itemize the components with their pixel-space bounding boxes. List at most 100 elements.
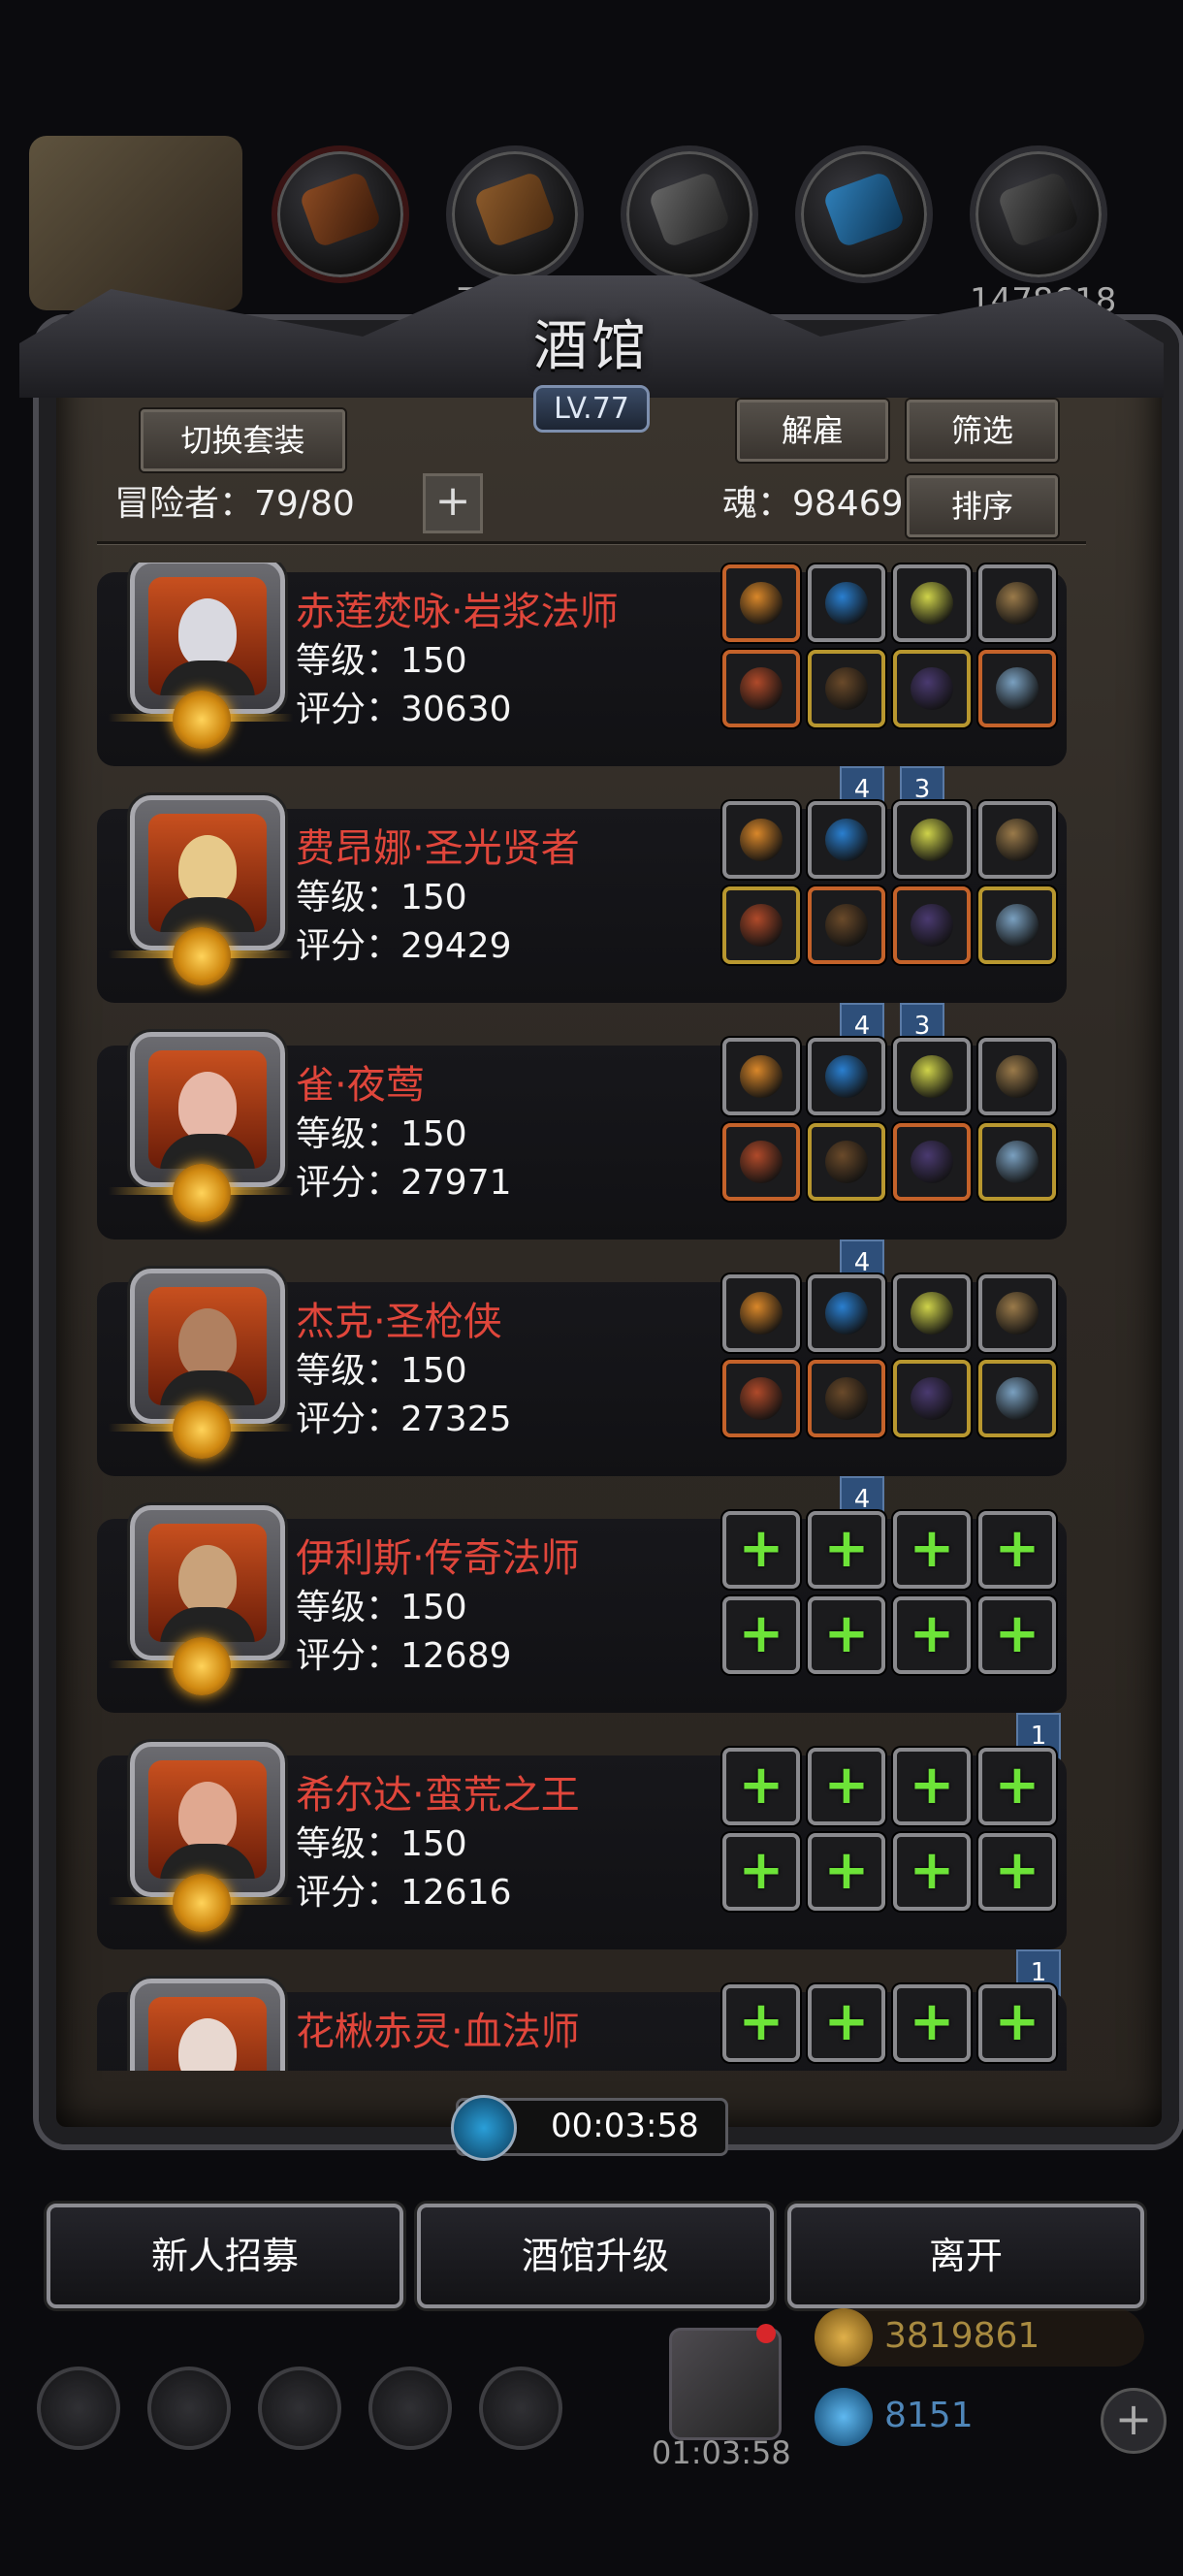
equipment-slot[interactable] [808, 801, 885, 879]
achievement-icon[interactable] [147, 2367, 231, 2450]
equipment-slot[interactable] [893, 801, 971, 879]
equipment-slot[interactable] [808, 1360, 885, 1437]
equipment-slot[interactable] [808, 1038, 885, 1115]
equipment-item-icon [825, 904, 868, 947]
equipment-slot[interactable]: + [808, 1748, 885, 1825]
equipment-slot[interactable] [978, 564, 1056, 642]
sort-button[interactable]: 排序 [907, 475, 1058, 537]
equipment-item-icon [740, 904, 783, 947]
equipment-slot[interactable] [808, 564, 885, 642]
equipment-slot[interactable] [808, 1274, 885, 1352]
equipment-slot[interactable] [893, 1038, 971, 1115]
settings-gear-icon[interactable] [37, 2367, 120, 2450]
equipment-slot[interactable] [893, 650, 971, 727]
equipment-slot[interactable] [808, 650, 885, 727]
equipment-slot[interactable] [978, 1274, 1056, 1352]
hero-card[interactable]: 希尔达·蛮荒之王 等级：150 评分：12616 + + + + + + + +1 [97, 1742, 1067, 2008]
hero-score: 评分：12689 [296, 1636, 512, 1676]
equipment-slot[interactable] [722, 650, 800, 727]
level-badge: LV.77 [533, 385, 650, 433]
guild-icon[interactable] [479, 2367, 562, 2450]
add-equipment-icon: + [823, 1517, 870, 1580]
hero-card[interactable]: 花楸赤灵·血法师 + + + + [97, 1979, 1067, 2071]
stone-resource-icon[interactable] [621, 145, 758, 283]
equipment-slot[interactable] [978, 886, 1056, 964]
equipment-slot[interactable] [893, 1360, 971, 1437]
equipment-slot[interactable]: + [978, 1511, 1056, 1589]
equipment-slot[interactable]: + [978, 1748, 1056, 1825]
equipment-slot[interactable] [978, 1360, 1056, 1437]
hero-card[interactable]: 费昂娜·圣光贤者 等级：150 评分：29429 4 3 [97, 795, 1067, 1061]
equipment-slot[interactable] [978, 1038, 1056, 1115]
hero-card[interactable]: 伊利斯·传奇法师 等级：150 评分：12689 + + + + + + + +1 [97, 1505, 1067, 1771]
iron-resource-icon[interactable] [970, 145, 1107, 283]
equipment-slot[interactable]: + [893, 1984, 971, 2062]
equipment-slot[interactable] [893, 564, 971, 642]
equipment-item-icon [911, 582, 953, 625]
equipment-slot[interactable] [722, 1123, 800, 1201]
equipment-slot[interactable]: + [978, 1984, 1056, 2062]
equipment-slot[interactable] [893, 1123, 971, 1201]
gift-box-icon[interactable] [669, 2328, 782, 2440]
equipment-slot[interactable]: + [722, 1984, 800, 2062]
equipment-item-icon [740, 1377, 783, 1420]
equipment-slot[interactable] [893, 1274, 971, 1352]
equipment-slots [722, 801, 1062, 995]
add-equipment-icon: + [823, 1839, 870, 1902]
hero-list[interactable]: 赤莲焚咏·岩浆法师 等级：150 评分：30630 4 3 费昂娜·圣光贤者 等级：150 评… [97, 563, 1086, 2071]
equipment-slot[interactable] [978, 650, 1056, 727]
mail-icon[interactable] [368, 2367, 452, 2450]
add-adventurer-button[interactable]: + [423, 473, 483, 533]
ranking-icon[interactable] [258, 2367, 341, 2450]
meat-resource-icon[interactable] [272, 145, 409, 283]
equipment-slot[interactable]: + [808, 1984, 885, 2062]
equipment-slot[interactable]: + [893, 1748, 971, 1825]
crystal-resource-icon[interactable] [795, 145, 933, 283]
switch-outfit-button[interactable]: 切换套装 [141, 409, 345, 471]
leave-button[interactable]: 离开 [787, 2204, 1144, 2308]
equipment-slot[interactable] [808, 886, 885, 964]
equipment-slot[interactable]: + [722, 1833, 800, 1911]
hero-level: 等级：150 [296, 1588, 467, 1627]
equipment-slot[interactable]: + [722, 1596, 800, 1674]
equipment-item-icon [825, 1055, 868, 1098]
equipment-slot[interactable]: + [722, 1511, 800, 1589]
hero-portrait[interactable] [130, 1979, 285, 2071]
equipment-slot[interactable] [722, 564, 800, 642]
equipment-slot[interactable] [722, 1360, 800, 1437]
plus-icon: + [434, 476, 471, 526]
hero-score: 评分：29429 [296, 926, 512, 966]
equipment-slot[interactable] [722, 1274, 800, 1352]
hero-card[interactable]: 杰克·圣枪侠 等级：150 评分：27325 4 [97, 1269, 1067, 1534]
equipment-slot[interactable] [893, 886, 971, 964]
rank-emblem-icon [173, 927, 231, 985]
filter-button[interactable]: 筛选 [907, 400, 1058, 462]
add-equipment-icon: + [909, 1517, 955, 1580]
equipment-slot[interactable]: + [893, 1596, 971, 1674]
equipment-slot[interactable]: + [893, 1833, 971, 1911]
equipment-slot[interactable]: + [808, 1596, 885, 1674]
equipment-item-icon [911, 904, 953, 947]
dismiss-button[interactable]: 解雇 [737, 400, 888, 462]
equipment-slot[interactable] [978, 801, 1056, 879]
equipment-slots: + + + + [722, 1984, 1062, 2071]
equipment-slot[interactable]: + [893, 1511, 971, 1589]
add-equipment-icon: + [738, 1602, 784, 1665]
equipment-slot[interactable]: + [808, 1511, 885, 1589]
tavern-upgrade-button[interactable]: 酒馆升级 [417, 2204, 774, 2308]
hero-card[interactable]: 赤莲焚咏·岩浆法师 等级：150 评分：30630 4 3 [97, 563, 1067, 824]
equipment-item-icon [911, 1377, 953, 1420]
hero-card[interactable]: 雀·夜莺 等级：150 评分：27971 4 [97, 1032, 1067, 1298]
equipment-slot[interactable]: + [808, 1833, 885, 1911]
equipment-slot[interactable] [808, 1123, 885, 1201]
equipment-slot[interactable] [722, 1038, 800, 1115]
equipment-slot[interactable] [722, 886, 800, 964]
recruit-button[interactable]: 新人招募 [47, 2204, 403, 2308]
equipment-slot[interactable]: + [978, 1596, 1056, 1674]
equipment-slot[interactable] [978, 1123, 1056, 1201]
equipment-slot[interactable] [722, 801, 800, 879]
add-currency-button[interactable]: + [1101, 2388, 1167, 2454]
equipment-slot[interactable]: + [978, 1833, 1056, 1911]
wood-resource-icon[interactable] [446, 145, 584, 283]
equipment-slot[interactable]: + [722, 1748, 800, 1825]
